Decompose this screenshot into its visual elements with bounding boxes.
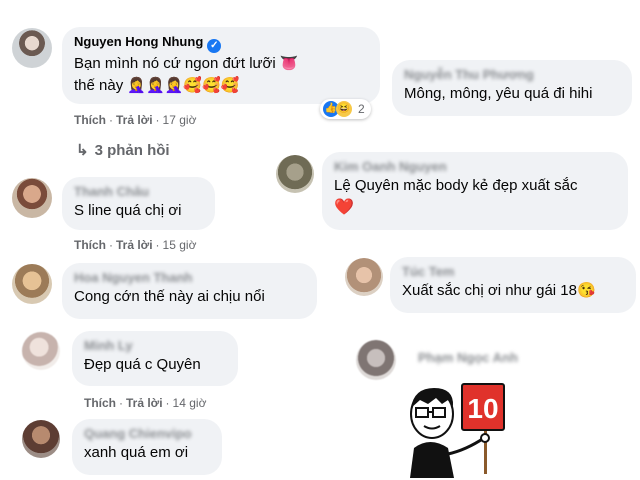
comment-text: Mông, mông, yêu quá đi hihi xyxy=(404,85,593,102)
comment-bubble: Túc Tem Xuất sắc chị ơi như gái 18😘 xyxy=(390,257,636,313)
avatar[interactable] xyxy=(356,340,396,380)
avatar[interactable] xyxy=(345,258,383,296)
comment-text-line2: thế này 🤦‍♀️🤦‍♀️🤦‍♀️🥰🥰🥰 xyxy=(74,77,240,94)
commenter-name[interactable]: Thanh Châu xyxy=(74,184,203,200)
commenter-name[interactable]: Quang Chienvipo xyxy=(84,426,210,442)
reply-arrow-icon: ↳ xyxy=(76,142,89,159)
commenter-name[interactable]: Hoa Nguyen Thanh xyxy=(74,270,305,286)
like-button[interactable]: Thích xyxy=(84,396,116,410)
verified-badge-icon: ✓ xyxy=(207,39,222,53)
comment-text-line1: Bạn mình nó cứ ngon đứt lưỡi 👅 xyxy=(74,55,299,72)
like-button[interactable]: Thích xyxy=(74,238,106,252)
comment-text: Đẹp quá c Quyên xyxy=(84,356,201,373)
comment-text: Lệ Quyên mặc body kẻ đẹp xuất sắc xyxy=(334,177,578,194)
replies-label[interactable]: 3 phản hồi xyxy=(95,142,170,159)
comment-bubble: Kim Oanh Nguyen Lệ Quyên mặc body kẻ đẹp… xyxy=(322,152,628,230)
commenter-name[interactable]: Phạm Ngọc Anh xyxy=(418,350,518,366)
heart-icon: ❤️ xyxy=(334,199,354,216)
comment-bubble: Minh Ly Đẹp quá c Quyên xyxy=(72,331,238,386)
comment-time[interactable]: 14 giờ xyxy=(173,396,207,410)
avatar[interactable] xyxy=(12,28,52,68)
avatar[interactable] xyxy=(22,420,60,458)
comment-bubble: Nguyen Hong Nhung ✓ Bạn mình nó cứ ngon đ… xyxy=(62,27,380,104)
commenter-name[interactable]: Minh Ly xyxy=(84,338,226,354)
comment-text: xanh quá em ơi xyxy=(84,444,189,461)
avatar[interactable] xyxy=(12,264,52,304)
cartoon-score-sticker-icon: 10 xyxy=(410,383,505,478)
comment-text: S line quá chị ơi xyxy=(74,202,182,219)
score-sign-text: 10 xyxy=(467,393,498,424)
comment-actions: Thích · Trả lời · 17 giờ xyxy=(74,113,197,127)
comment-bubble: Thanh Châu S line quá chị ơi xyxy=(62,177,215,230)
avatar[interactable] xyxy=(276,155,314,193)
comment-bubble: Hoa Nguyen Thanh Cong cớn thế này ai chị… xyxy=(62,263,317,319)
reply-button[interactable]: Trả lời xyxy=(126,396,163,410)
avatar[interactable] xyxy=(22,332,60,370)
comment-text: Xuất sắc chị ơi như gái 18😘 xyxy=(402,282,596,299)
commenter-name[interactable]: Túc Tem xyxy=(402,264,624,280)
comment-time[interactable]: 15 giờ xyxy=(163,238,197,252)
reply-button[interactable]: Trả lời xyxy=(116,238,153,252)
commenter-name[interactable]: Kim Oanh Nguyen xyxy=(334,159,616,175)
comment-text: Cong cớn thế này ai chịu nổi xyxy=(74,288,265,305)
comment-emoji: ❤️ xyxy=(334,197,616,219)
reply-button[interactable]: Trả lời xyxy=(116,113,153,127)
comment-time[interactable]: 17 giờ xyxy=(163,113,197,127)
comment-actions: Thích · Trả lời · 14 giờ xyxy=(84,396,207,410)
avatar[interactable] xyxy=(12,178,52,218)
haha-reaction-icon: 😆 xyxy=(336,101,352,117)
commenter-name[interactable]: Nguyễn Thu Phương xyxy=(404,67,620,83)
comment-actions: Thích · Trả lời · 15 giờ xyxy=(74,238,197,252)
commenter-name[interactable]: Nguyen Hong Nhung ✓ xyxy=(74,34,368,53)
reaction-count: 2 xyxy=(358,102,365,116)
like-button[interactable]: Thích xyxy=(74,113,106,127)
view-replies-button[interactable]: ↳ 3 phản hồi xyxy=(76,141,170,159)
reaction-summary[interactable]: 👍 😆 2 xyxy=(320,99,371,119)
comment-bubble: Quang Chienvipo xanh quá em ơi xyxy=(72,419,222,475)
comment-bubble: Nguyễn Thu Phương Mông, mông, yêu quá đi… xyxy=(392,60,632,116)
commenter-name-text[interactable]: Nguyen Hong Nhung xyxy=(74,34,203,49)
